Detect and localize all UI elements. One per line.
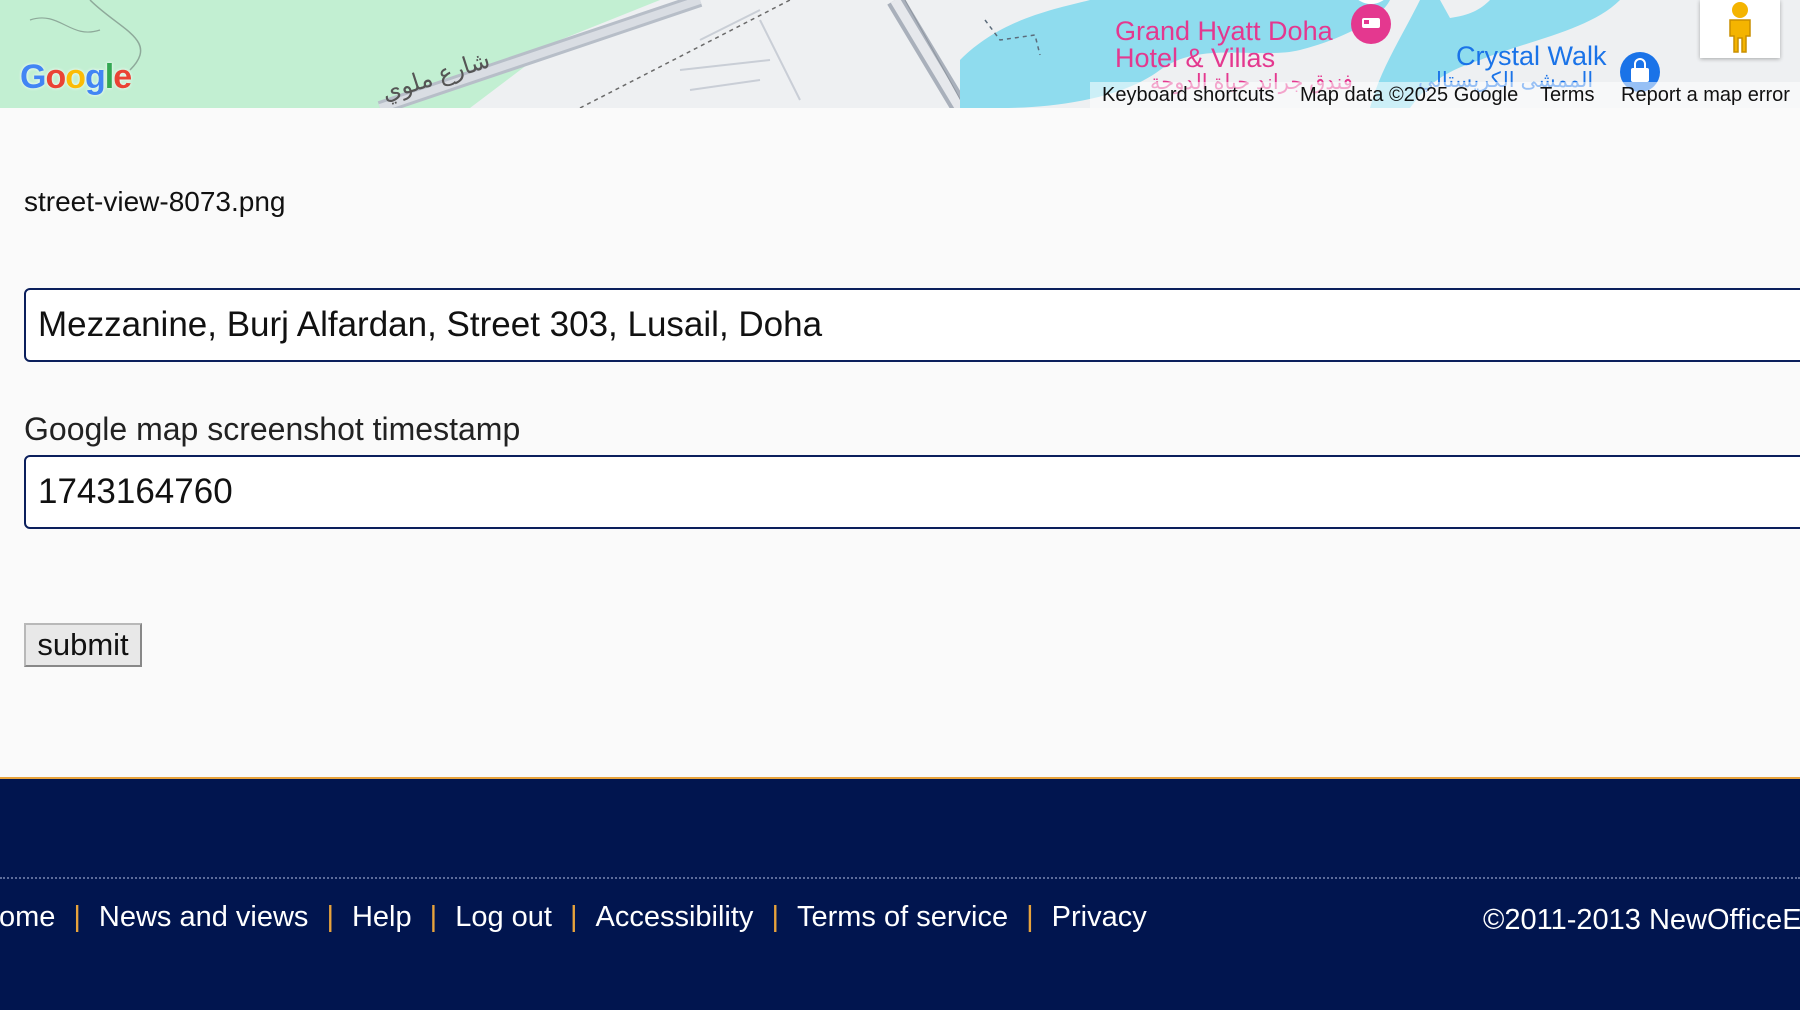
google-logo-letter: g <box>85 58 106 96</box>
copyright-text: ©2011-2013 NewOfficeEu <box>1483 904 1800 936</box>
report-map-error-link[interactable]: Report a map error <box>1621 83 1790 108</box>
footer-separator: | <box>429 901 438 933</box>
footer-link-accessibility[interactable]: Accessibility <box>596 901 754 933</box>
site-footer: Home | News and views | Help | Log out | Accessi… <box>0 777 1800 1010</box>
timestamp-input[interactable] <box>24 455 1800 529</box>
keyboard-shortcuts-link[interactable]: Keyboard shortcuts <box>1102 83 1274 108</box>
footer-link-logout[interactable]: Log out <box>455 901 552 933</box>
google-logo-letter: o <box>45 58 66 96</box>
footer-separator: | <box>326 901 334 933</box>
pegman-control[interactable] <box>1700 0 1780 58</box>
footer-link-home[interactable]: Home <box>0 901 55 933</box>
footer-separator: | <box>73 901 81 933</box>
google-logo-letter: o <box>65 58 86 96</box>
filename-label: street-view-8073.png <box>24 186 286 217</box>
map-data-text: Map data ©2025 Google <box>1300 84 1519 106</box>
footer-nav: Home | News and views | Help | Log out | Accessi… <box>0 901 1147 934</box>
footer-link-terms[interactable]: Terms of service <box>797 901 1008 933</box>
footer-separator: | <box>771 901 779 933</box>
footer-separator: | <box>1026 901 1034 933</box>
map-viewport[interactable]: شارع ملوي Grand Hyatt Doha Hotel & Villa… <box>0 0 1800 108</box>
google-logo-letter: l <box>104 58 115 96</box>
footer-link-privacy[interactable]: Privacy <box>1052 901 1147 933</box>
form-area: street-view-8073.png Google map screensh… <box>0 108 1800 778</box>
pegman-icon[interactable] <box>1700 0 1780 58</box>
address-input[interactable] <box>24 288 1800 362</box>
submit-button[interactable]: submit <box>24 623 142 667</box>
google-logo: Google <box>20 58 132 97</box>
footer-link-help[interactable]: Help <box>352 901 412 933</box>
map-terms-link[interactable]: Terms <box>1540 83 1594 108</box>
footer-separator: | <box>569 901 578 933</box>
google-logo-text: Google <box>20 58 132 96</box>
google-logo-letter: G <box>20 58 46 96</box>
timestamp-label: Google map screenshot timestamp <box>24 411 521 447</box>
footer-link-news[interactable]: News and views <box>99 901 309 933</box>
footer-divider <box>0 877 1800 879</box>
google-logo-letter: e <box>113 58 132 96</box>
